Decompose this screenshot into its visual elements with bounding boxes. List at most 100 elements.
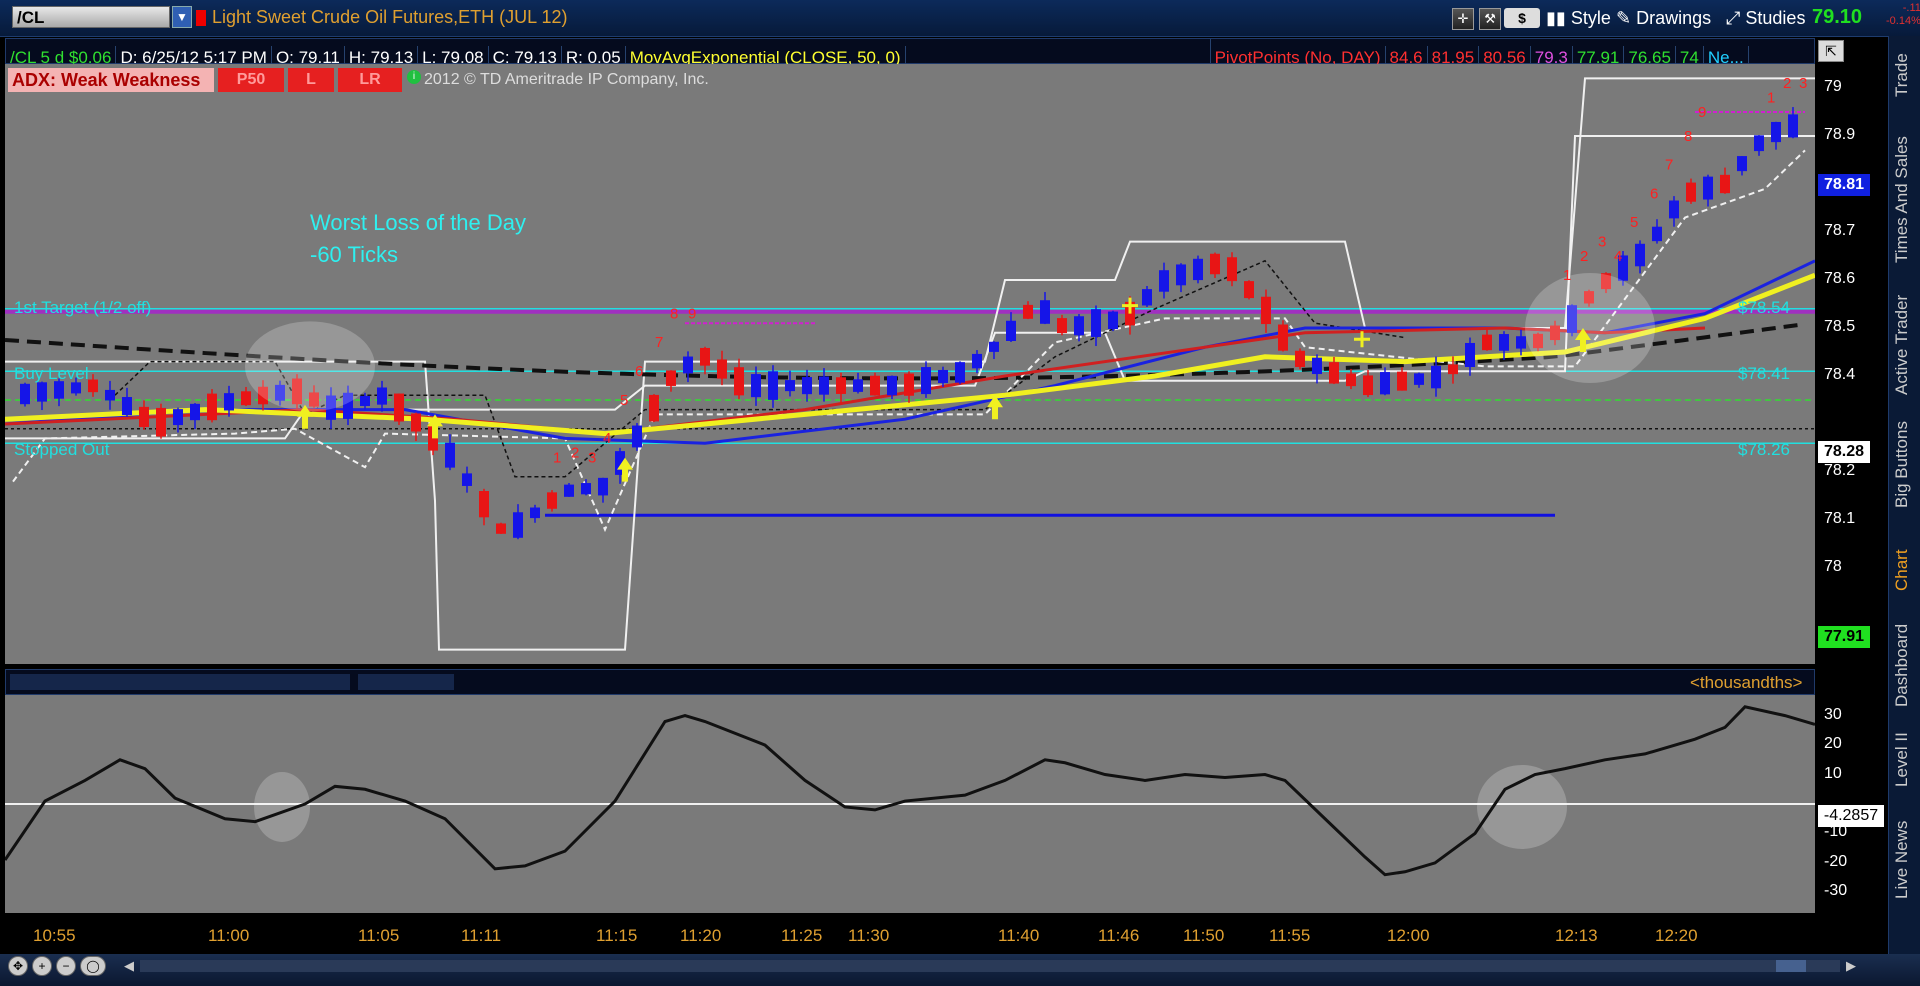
- sequence-count-label: 6: [635, 363, 643, 380]
- candle-body: [955, 362, 965, 383]
- info-icon[interactable]: i: [407, 70, 421, 84]
- candle-body: [1516, 336, 1526, 349]
- dollar-button[interactable]: $: [1504, 8, 1540, 28]
- time-axis-tick: 11:11: [461, 926, 502, 945]
- sequence-count-label: 6: [1650, 185, 1658, 202]
- highlight-ellipse: [254, 771, 310, 842]
- sidebar-tab-dashboard[interactable]: Dashboard: [1892, 620, 1918, 710]
- scroll-left-icon[interactable]: ◀: [124, 958, 134, 974]
- candle-body: [1465, 342, 1475, 368]
- candle-body: [989, 341, 999, 352]
- price-axis-tick: 78.2: [1824, 462, 1856, 479]
- candle-body: [819, 376, 829, 395]
- candle-body: [717, 359, 727, 379]
- l-badge: L: [288, 68, 334, 92]
- candle-body: [241, 391, 251, 406]
- candle-body: [870, 375, 880, 396]
- sidebar-tab-big-buttons[interactable]: Big Buttons: [1892, 410, 1918, 520]
- candle-body: [1159, 270, 1169, 292]
- time-axis-tick: 11:20: [680, 926, 722, 945]
- sequence-count-label: 5: [1630, 214, 1638, 231]
- candle-body: [37, 382, 47, 402]
- candle-body: [1482, 334, 1492, 351]
- price-axis-tick: 78.9: [1824, 126, 1856, 143]
- candle-body: [1652, 226, 1662, 242]
- price-axis-tick: 78: [1824, 558, 1842, 575]
- candle-body: [1363, 375, 1373, 396]
- candle-body: [904, 373, 914, 396]
- candle-body: [734, 367, 744, 396]
- chart-info-bar: /CL 5 d $0.06 D: 6/25/12 5:17 PM O: 79.11 H…: [5, 38, 1815, 70]
- candle-body: [598, 477, 608, 496]
- sequence-count-label: 2: [1783, 75, 1791, 92]
- fit-view-icon[interactable]: ◯: [80, 956, 106, 976]
- time-axis-tick: 11:30: [848, 926, 890, 945]
- adx-badge: ADX: Weak Weakness: [8, 68, 214, 92]
- time-axis-tick: 10:55: [33, 926, 76, 945]
- candle-body: [122, 397, 132, 416]
- lr-badge: LR: [338, 68, 402, 92]
- candle-body: [207, 393, 217, 421]
- instrument-title: Light Sweet Crude Oil Futures,ETH (JUL 1…: [212, 7, 568, 27]
- oscillator-panel[interactable]: [5, 695, 1815, 913]
- candle-body: [649, 394, 659, 422]
- scroll-right-icon[interactable]: ▶: [1846, 958, 1856, 974]
- oscillator-value-tag: -4.2857: [1818, 805, 1884, 827]
- candle-body: [1193, 258, 1203, 281]
- candle-body: [1499, 334, 1509, 351]
- symbol-dropdown-icon[interactable]: ▼: [172, 6, 192, 28]
- candle-body: [785, 380, 795, 392]
- sidebar-tab-chart[interactable]: Chart: [1892, 530, 1918, 610]
- candle-body: [530, 507, 540, 519]
- candle-body: [1669, 200, 1679, 219]
- wrench-icon[interactable]: ⚒: [1479, 8, 1502, 31]
- candle-body: [938, 369, 948, 383]
- p50-badge: P50: [218, 68, 284, 92]
- candle-body: [224, 393, 234, 411]
- tools-icons[interactable]: ✛ ⚒: [1452, 6, 1502, 31]
- zoom-out-icon[interactable]: −: [56, 956, 76, 976]
- candle-body: [1278, 324, 1288, 351]
- studies-icon: ⤢: [1726, 8, 1746, 28]
- price-chart[interactable]: 123456789123456789123: [5, 64, 1815, 664]
- candle-body: [1448, 364, 1458, 375]
- sidebar-tab-times-and-sales[interactable]: Times And Sales: [1892, 120, 1918, 280]
- sequence-count-label: 7: [655, 334, 663, 351]
- zoom-in-icon[interactable]: +: [32, 956, 52, 976]
- stop-price-label: $78.26: [1738, 440, 1790, 459]
- first-target-label: 1st Target (1/2 off): [14, 298, 152, 317]
- price-axis-tick: 78.4: [1824, 366, 1856, 383]
- sequence-count-label: 1: [553, 449, 561, 466]
- candle-body: [1057, 318, 1067, 334]
- oscillator-unit: <thousandths>: [1690, 673, 1803, 692]
- sequence-count-label: 8: [670, 305, 678, 322]
- pan-icon[interactable]: ✥: [8, 956, 28, 976]
- sidebar-tab-live-news[interactable]: Live News: [1892, 810, 1918, 910]
- sidebar-tab-level-ii[interactable]: Level II: [1892, 720, 1918, 800]
- worst-loss-annotation: Worst Loss of the Day: [310, 210, 527, 235]
- highlight-ellipse: [1525, 273, 1655, 383]
- chart-settings-icon[interactable]: ⇱: [1818, 40, 1844, 62]
- candle-body: [479, 491, 489, 518]
- horizontal-scrollbar[interactable]: [140, 960, 1840, 972]
- candle-body: [853, 379, 863, 392]
- drawings-button[interactable]: ✎ Drawings: [1616, 6, 1711, 30]
- candle-body: [1329, 362, 1339, 384]
- candle-body: [156, 407, 166, 437]
- studies-button[interactable]: ⤢ Studies: [1726, 6, 1805, 30]
- crosshair-icon[interactable]: ✛: [1452, 8, 1474, 31]
- style-button[interactable]: ▮▮ Style: [1546, 6, 1611, 30]
- candle-body: [513, 512, 523, 538]
- candle-body: [683, 356, 693, 374]
- sidebar-tab-trade[interactable]: Trade: [1892, 40, 1918, 110]
- time-axis: 10:55 11:00 11:05 11:11 11:15 11:20 11:25 11:30…: [5, 918, 1815, 952]
- oscillator-value-label: [358, 674, 454, 690]
- time-axis-tick: 11:15: [596, 926, 638, 945]
- price-tag-white: 78.28: [1818, 441, 1870, 463]
- candle-body: [1023, 304, 1033, 319]
- sidebar-tab-active-trader[interactable]: Active Trader: [1892, 290, 1918, 400]
- symbol-input[interactable]: /CL: [12, 6, 170, 28]
- candle-body: [1635, 243, 1645, 267]
- scroll-thumb[interactable]: [1776, 960, 1806, 972]
- candle-body: [1074, 316, 1084, 336]
